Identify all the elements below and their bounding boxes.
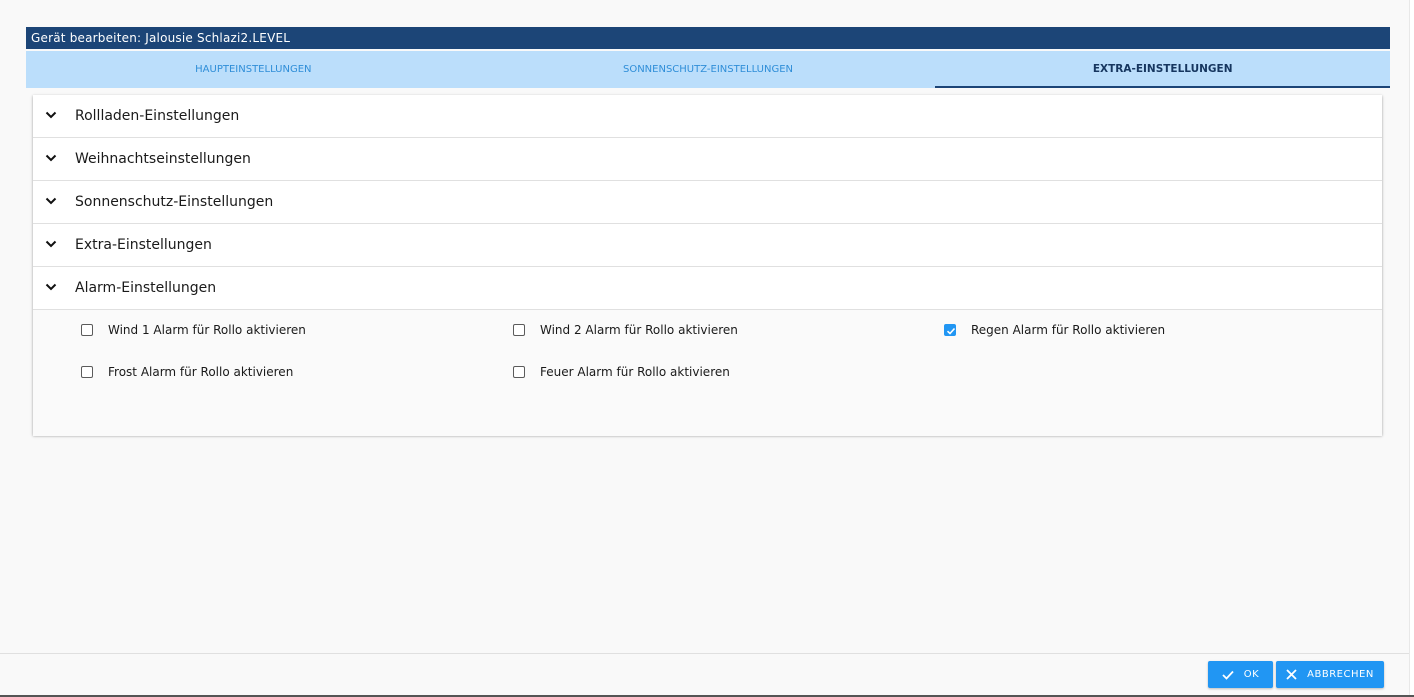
tab-haupteinstellungen[interactable]: HAUPTEINSTELLUNGEN — [26, 51, 481, 88]
chevron-down-icon — [45, 111, 57, 119]
frost-alarm-checkbox[interactable]: Frost Alarm für Rollo aktivieren — [81, 365, 293, 379]
wind1-alarm-checkbox[interactable]: Wind 1 Alarm für Rollo aktivieren — [81, 323, 306, 337]
check-icon — [1222, 670, 1234, 680]
tab-bar: HAUPTEINSTELLUNGEN SONNENSCHUTZ-EINSTELL… — [26, 51, 1391, 88]
section-label: Extra-Einstellungen — [75, 237, 212, 253]
chevron-down-icon — [45, 154, 57, 162]
chevron-down-icon — [45, 240, 57, 248]
section-label: Rollladen-Einstellungen — [75, 108, 240, 124]
ok-button-label: OK — [1243, 669, 1260, 680]
check-icon — [946, 327, 956, 335]
alarm-settings-body: Wind 1 Alarm für Rollo aktivieren Wind 2… — [33, 310, 1382, 436]
footer-divider — [0, 653, 1410, 654]
chevron-down-icon — [45, 283, 57, 291]
feuer-alarm-checkbox[interactable]: Feuer Alarm für Rollo aktivieren — [513, 365, 730, 379]
cancel-button[interactable]: ABBRECHEN — [1276, 661, 1384, 688]
section-label: Sonnenschutz-Einstellungen — [75, 194, 274, 210]
window-edge — [1409, 0, 1414, 697]
cancel-button-label: ABBRECHEN — [1307, 669, 1374, 680]
tab-extra-einstellungen[interactable]: EXTRA-EINSTELLUNGEN — [935, 51, 1391, 88]
checkbox-label: Frost Alarm für Rollo aktivieren — [108, 365, 294, 379]
section-sonnenschutz-einstellungen[interactable]: Sonnenschutz-Einstellungen — [33, 181, 1382, 224]
checkbox-label: Wind 2 Alarm für Rollo aktivieren — [540, 323, 738, 337]
section-alarm-einstellungen[interactable]: Alarm-Einstellungen — [33, 267, 1382, 310]
regen-alarm-checkbox[interactable]: Regen Alarm für Rollo aktivieren — [944, 323, 1165, 337]
checkbox-unchecked-icon[interactable] — [513, 324, 525, 336]
section-label: Alarm-Einstellungen — [75, 280, 217, 296]
checkbox-unchecked-icon[interactable] — [81, 324, 93, 336]
section-label: Weihnachtseinstellungen — [75, 151, 251, 167]
settings-panel: Rollladen-Einstellungen Weihnachtseinste… — [33, 95, 1382, 436]
checkbox-checked-icon[interactable] — [944, 324, 956, 336]
dialog-title: Gerät bearbeiten: Jalousie Schlazi2.LEVE… — [26, 27, 1390, 49]
checkbox-unchecked-icon[interactable] — [81, 366, 93, 378]
dialog-page: Gerät bearbeiten: Jalousie Schlazi2.LEVE… — [0, 0, 1414, 697]
checkbox-label: Wind 1 Alarm für Rollo aktivieren — [108, 323, 306, 337]
tab-sonnenschutz-einstellungen[interactable]: SONNENSCHUTZ-EINSTELLUNGEN — [481, 51, 936, 88]
close-icon — [1286, 669, 1297, 680]
section-weihnachtseinstellungen[interactable]: Weihnachtseinstellungen — [33, 138, 1382, 181]
checkbox-label: Regen Alarm für Rollo aktivieren — [971, 323, 1166, 337]
checkbox-label: Feuer Alarm für Rollo aktivieren — [540, 365, 730, 379]
section-rollladen-einstellungen[interactable]: Rollladen-Einstellungen — [33, 95, 1382, 138]
section-extra-einstellungen[interactable]: Extra-Einstellungen — [33, 224, 1382, 267]
chevron-down-icon — [45, 197, 57, 205]
checkbox-unchecked-icon[interactable] — [513, 366, 525, 378]
ok-button[interactable]: OK — [1208, 661, 1273, 688]
wind2-alarm-checkbox[interactable]: Wind 2 Alarm für Rollo aktivieren — [513, 323, 738, 337]
